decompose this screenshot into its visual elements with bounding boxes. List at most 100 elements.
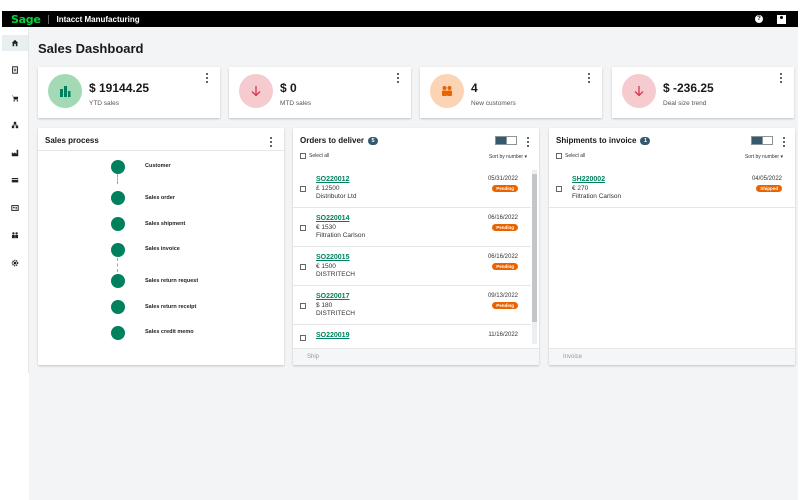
factory-icon <box>11 149 19 157</box>
sidebar-item-factory[interactable] <box>2 145 28 161</box>
chevron-down-icon: ▾ <box>780 154 783 160</box>
step-node-sales-return-request[interactable] <box>111 274 125 288</box>
step-connector <box>117 174 118 184</box>
ship-button[interactable]: Ship <box>307 354 319 360</box>
kpi-value: 4 <box>471 81 478 95</box>
document-link[interactable]: SO220012 <box>316 176 349 183</box>
invoice-button[interactable]: Invoice <box>563 354 582 360</box>
step-node-sales-return-receipt[interactable] <box>111 300 125 314</box>
list-view-icon[interactable] <box>505 137 516 144</box>
select-all[interactable]: Select all <box>300 153 329 159</box>
panel-menu-icon[interactable] <box>526 137 530 147</box>
document-date: 11/16/2022 <box>488 332 518 338</box>
row-checkbox[interactable] <box>300 225 306 231</box>
bar-chart-icon <box>60 86 71 97</box>
document-link[interactable]: SO220015 <box>316 254 349 261</box>
status-badge: Shipped <box>756 185 782 192</box>
sort-dropdown[interactable]: Sort by number ▾ <box>489 154 527 160</box>
kpi-menu-icon[interactable] <box>205 73 209 83</box>
row-checkbox[interactable] <box>300 335 306 341</box>
status-badge: Pending <box>492 185 518 192</box>
step-node-customer[interactable] <box>111 160 125 174</box>
step-node-sales-order[interactable] <box>111 191 125 205</box>
sidebar-item-card[interactable] <box>2 172 28 188</box>
kpi-label: MTD sales <box>280 100 312 107</box>
step-label: Sales return receipt <box>145 304 197 310</box>
view-toggle[interactable] <box>495 136 517 145</box>
customer-name: Filtration Carlson <box>316 232 366 239</box>
panel-title: Orders to deliver 5 <box>300 136 379 145</box>
amount: £ 12500 <box>316 185 340 192</box>
sidebar-item-people[interactable] <box>2 227 28 243</box>
sidebar-item-settings[interactable] <box>2 255 28 271</box>
sidebar-item-cart[interactable] <box>2 90 28 106</box>
sage-logo[interactable]: Sage <box>11 13 41 26</box>
select-all[interactable]: Select all <box>556 153 585 159</box>
panel-title: Shipments to invoice 1 <box>556 136 651 145</box>
customer-name: DISTRITECH <box>316 271 355 278</box>
select-all-label: Select all <box>565 153 586 159</box>
step-label: Customer <box>145 163 171 169</box>
step-connector <box>117 258 118 272</box>
document-date: 09/13/2022 <box>487 293 518 299</box>
step-node-sales-credit-memo[interactable] <box>111 326 125 340</box>
user-icon[interactable] <box>777 14 786 24</box>
list-item[interactable]: SH220002 € 270 Filtration Carlson 04/05/… <box>549 169 795 208</box>
step-node-sales-invoice[interactable] <box>111 243 125 257</box>
shipments-title: Shipments to invoice <box>556 136 637 145</box>
select-all-checkbox[interactable] <box>556 153 562 159</box>
card-view-icon[interactable] <box>752 137 762 144</box>
scrollbar[interactable] <box>532 170 537 344</box>
kpi-menu-icon[interactable] <box>396 73 400 83</box>
list-view-icon[interactable] <box>761 137 772 144</box>
sidebar-item-contact-card[interactable] <box>2 200 28 216</box>
kpi-label: YTD sales <box>89 100 119 107</box>
step-label: Sales invoice <box>145 246 180 252</box>
kpi-menu-icon[interactable] <box>587 73 591 83</box>
document-link[interactable]: SO220017 <box>316 293 349 300</box>
customer-name: DISTRITECH <box>316 310 355 317</box>
view-toggle[interactable] <box>751 136 773 145</box>
customer-name: Distributor Ltd <box>316 193 357 200</box>
topbar-actions: ? <box>755 14 786 24</box>
list-item[interactable]: SO220015 € 1500 DISTRITECH 06/16/2022 Pe… <box>293 247 531 286</box>
document-date: 06/16/2022 <box>487 254 518 260</box>
sidebar-item-hierarchy[interactable] <box>2 117 28 133</box>
step-node-sales-shipment[interactable] <box>111 217 125 231</box>
step-label: Sales shipment <box>145 221 186 227</box>
sidebar-item-home[interactable] <box>2 35 28 51</box>
arrow-down-icon <box>634 86 644 97</box>
kpi-value: $ 0 <box>280 81 297 95</box>
scrollbar-thumb[interactable] <box>532 174 537 322</box>
amount: € 270 <box>572 185 589 192</box>
sidebar-item-list[interactable] <box>2 62 28 78</box>
list-item[interactable]: SO220014 € 1530 Filtration Carlson 06/16… <box>293 208 531 247</box>
panel-menu-icon[interactable] <box>782 137 786 147</box>
list-item[interactable]: SO220017 $ 180 DISTRITECH 09/13/2022 Pen… <box>293 286 531 325</box>
main-content: Sales Dashboard $ 19144.25 YTD sales $ 0… <box>29 27 798 500</box>
help-icon[interactable]: ? <box>755 15 763 23</box>
row-checkbox[interactable] <box>300 264 306 270</box>
kpi-card-mtd-sales: $ 0 MTD sales <box>229 67 411 118</box>
amount: € 1500 <box>316 263 336 270</box>
list-item[interactable]: SO220012 £ 12500 Distributor Ltd 05/31/2… <box>293 169 531 208</box>
kpi-menu-icon[interactable] <box>779 73 783 83</box>
row-checkbox[interactable] <box>300 303 306 309</box>
sort-dropdown[interactable]: Sort by number ▾ <box>745 154 783 160</box>
select-all-checkbox[interactable] <box>300 153 306 159</box>
kpi-label: New customers <box>471 100 516 107</box>
page-title: Sales Dashboard <box>38 41 144 56</box>
row-checkbox[interactable] <box>556 186 562 192</box>
panel-footer: Ship <box>293 348 539 365</box>
document-link[interactable]: SH220002 <box>572 176 605 183</box>
document-link[interactable]: SO220019 <box>316 332 349 339</box>
list-item[interactable]: SO220019 11/16/2022 <box>293 325 531 348</box>
card-view-icon[interactable] <box>496 137 506 144</box>
select-all-label: Select all <box>309 153 330 159</box>
document-link[interactable]: SO220014 <box>316 215 349 222</box>
row-checkbox[interactable] <box>300 186 306 192</box>
kpi-card-ytd-sales: $ 19144.25 YTD sales <box>38 67 220 118</box>
customer-name: Filtration Carlson <box>572 193 622 200</box>
panel-menu-icon[interactable] <box>269 137 273 147</box>
sales-process-panel: Sales process Customer Sales order Sales… <box>38 128 284 365</box>
